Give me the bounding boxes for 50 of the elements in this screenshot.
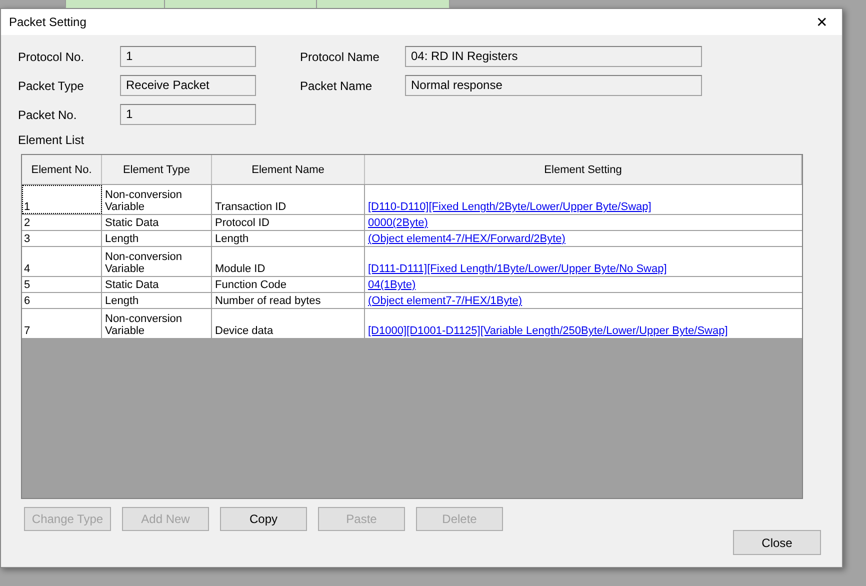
action-button[interactable]: Copy bbox=[220, 507, 307, 531]
table-cell[interactable]: 1 bbox=[22, 185, 102, 214]
table-cell[interactable]: 2 bbox=[22, 215, 102, 230]
type-text-line: Variable bbox=[105, 325, 146, 337]
type-text-line: Non-conversion bbox=[105, 189, 184, 201]
table-cell: Number of read bytes bbox=[212, 293, 365, 308]
text-field[interactable]: 1 bbox=[120, 104, 256, 125]
table-cell[interactable]: 6 bbox=[22, 293, 102, 308]
table-cell: Transaction ID bbox=[212, 185, 365, 214]
field-label: Packet Name bbox=[300, 78, 374, 94]
type-text-line: Variable bbox=[105, 263, 146, 275]
type-text-line: Length bbox=[105, 233, 140, 245]
table-cell[interactable]: 4 bbox=[22, 247, 102, 276]
field-label: Protocol No. bbox=[18, 48, 86, 66]
table-cell[interactable]: 5 bbox=[22, 277, 102, 292]
table-cell: Protocol ID bbox=[212, 215, 365, 230]
text-field[interactable]: Receive Packet bbox=[120, 75, 256, 96]
setting-link[interactable]: 0000(2Byte) bbox=[368, 217, 428, 229]
text-field[interactable]: Normal response bbox=[405, 75, 702, 96]
window-title: Packet Setting bbox=[9, 14, 86, 31]
column-header[interactable]: Element Name bbox=[212, 155, 365, 184]
type-text-line: Static Data bbox=[105, 217, 160, 229]
table-cell: Module ID bbox=[212, 247, 365, 276]
type-text-line: Length bbox=[105, 295, 140, 307]
type-text-line: Variable bbox=[105, 201, 146, 213]
field-label: Protocol Name bbox=[300, 48, 380, 66]
text-field[interactable]: 1 bbox=[120, 46, 256, 67]
setting-link[interactable]: [D1000][D1001-D1125][Variable Length/250Byte/Lower/Upper Byte/Swap] bbox=[368, 325, 728, 337]
section-label: Element List bbox=[18, 132, 86, 149]
field-label: Packet Type bbox=[18, 78, 85, 94]
text-field[interactable]: 04: RD IN Registers bbox=[405, 46, 702, 67]
close-dialog-button[interactable]: Close bbox=[733, 530, 821, 555]
column-header[interactable]: Element Type bbox=[102, 155, 212, 184]
setting-link[interactable]: [D110-D110][Fixed Length/2Byte/Lower/Upper Byte/Swap] bbox=[368, 201, 652, 213]
table-cell[interactable]: 7 bbox=[22, 309, 102, 338]
field-label: Packet No. bbox=[18, 106, 78, 124]
table-cell: Function Code bbox=[212, 277, 365, 292]
type-text-line: Non-conversion bbox=[105, 251, 184, 263]
setting-link[interactable]: (Object element4-7/HEX/Forward/2Byte) bbox=[368, 233, 566, 245]
column-header[interactable]: Element No. bbox=[22, 155, 102, 184]
close-button[interactable]: ✕ bbox=[810, 12, 834, 32]
column-header[interactable]: Element Setting bbox=[365, 155, 802, 184]
table-cell: Device data bbox=[212, 309, 365, 338]
table-cell: Length bbox=[212, 231, 365, 246]
type-text-line: Non-conversion bbox=[105, 313, 184, 325]
table-cell[interactable]: 3 bbox=[22, 231, 102, 246]
setting-link[interactable]: 04(1Byte) bbox=[368, 279, 416, 291]
type-text-line: Static Data bbox=[105, 279, 160, 291]
setting-link[interactable]: [D111-D111][Fixed Length/1Byte/Lower/Upper Byte/No Swap] bbox=[368, 263, 667, 275]
setting-link[interactable]: (Object element7-7/HEX/1Byte) bbox=[368, 295, 522, 307]
